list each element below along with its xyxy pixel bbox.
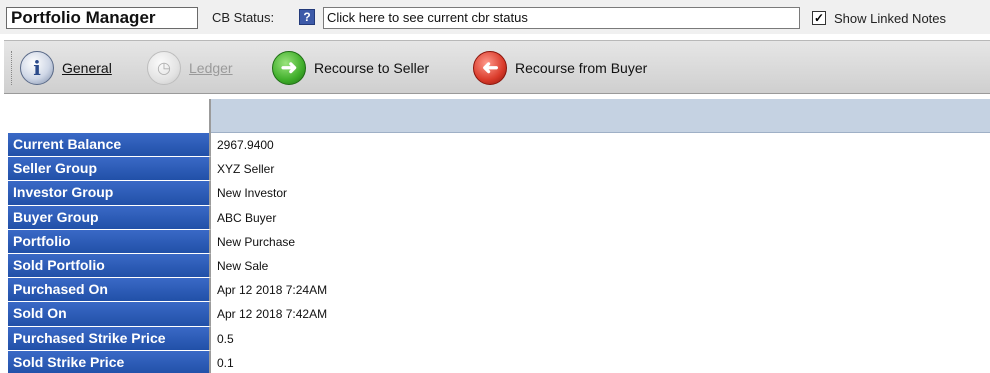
arrow-right-icon: ➜ <box>272 51 306 85</box>
arrow-left-icon: ➜ <box>473 51 507 85</box>
ledger-button[interactable]: ◷ Ledger <box>147 50 233 86</box>
show-linked-notes-checkbox[interactable]: ✓ <box>812 11 826 25</box>
page-title: Portfolio Manager <box>6 7 198 29</box>
recourse-from-buyer-label: Recourse from Buyer <box>515 60 648 76</box>
row-value[interactable]: 2967.9400 <box>211 133 990 157</box>
row-value[interactable]: New Purchase <box>211 230 990 254</box>
toolbar-grip[interactable] <box>11 51 14 85</box>
show-linked-notes-label: Show Linked Notes <box>834 10 947 26</box>
row-label: Current Balance <box>8 133 211 158</box>
recourse-to-seller-button[interactable]: ➜ Recourse to Seller <box>272 50 429 86</box>
status-bar: Portfolio Manager CB Status: ? Click her… <box>0 0 990 34</box>
row-label: Seller Group <box>8 157 211 182</box>
details-grid: Current Balance 2967.9400 Seller Group X… <box>4 99 990 373</box>
help-icon[interactable]: ? <box>299 9 315 25</box>
table-row[interactable]: Buyer Group ABC Buyer <box>8 205 990 230</box>
table-row[interactable]: Sold Portfolio New Sale <box>8 253 990 279</box>
row-value[interactable]: Apr 12 2018 7:42AM <box>211 302 990 326</box>
details-rows: Current Balance 2967.9400 Seller Group X… <box>8 133 990 373</box>
cb-status-field[interactable]: Click here to see current cbr status <box>323 7 800 29</box>
row-value[interactable]: New Investor <box>211 181 990 205</box>
row-value[interactable]: ABC Buyer <box>211 206 990 230</box>
row-value[interactable]: New Sale <box>211 254 990 278</box>
row-label: Portfolio <box>8 229 211 254</box>
row-value[interactable]: Apr 12 2018 7:24AM <box>211 278 990 302</box>
recourse-to-seller-label: Recourse to Seller <box>314 60 430 76</box>
general-button[interactable]: i General <box>20 50 112 86</box>
grid-header-left <box>8 99 211 133</box>
table-row[interactable]: Sold Strike Price 0.1 <box>8 350 990 373</box>
row-value[interactable]: 0.1 <box>211 351 990 373</box>
row-label: Purchased Strike Price <box>8 326 211 351</box>
info-icon: i <box>20 51 54 85</box>
ledger-icon: ◷ <box>147 51 181 85</box>
table-row[interactable]: Sold On Apr 12 2018 7:42AM <box>8 302 990 327</box>
toolbar: i General ◷ Ledger ➜ Recourse to Seller … <box>4 40 990 94</box>
row-label: Buyer Group <box>8 205 211 230</box>
row-label: Purchased On <box>8 278 211 303</box>
recourse-from-buyer-button[interactable]: ➜ Recourse from Buyer <box>473 50 647 86</box>
row-label: Investor Group <box>8 181 211 206</box>
table-row[interactable]: Portfolio New Purchase <box>8 229 990 254</box>
table-row[interactable]: Current Balance 2967.9400 <box>8 133 990 158</box>
table-row[interactable]: Investor Group New Investor <box>8 181 990 206</box>
table-row[interactable]: Purchased On Apr 12 2018 7:24AM <box>8 278 990 303</box>
table-row[interactable]: Seller Group XYZ Seller <box>8 157 990 182</box>
grid-header-band <box>211 99 990 133</box>
show-linked-notes-toggle[interactable]: ✓ Show Linked Notes <box>812 8 946 28</box>
table-row[interactable]: Purchased Strike Price 0.5 <box>8 326 990 351</box>
ledger-button-label: Ledger <box>189 60 233 76</box>
row-label: Sold Strike Price <box>8 350 211 373</box>
row-value[interactable]: XYZ Seller <box>211 157 990 181</box>
cb-status-label: CB Status: <box>212 10 275 25</box>
row-label: Sold On <box>8 302 211 327</box>
row-label: Sold Portfolio <box>8 253 211 279</box>
row-value[interactable]: 0.5 <box>211 327 990 351</box>
general-button-label: General <box>62 60 112 76</box>
